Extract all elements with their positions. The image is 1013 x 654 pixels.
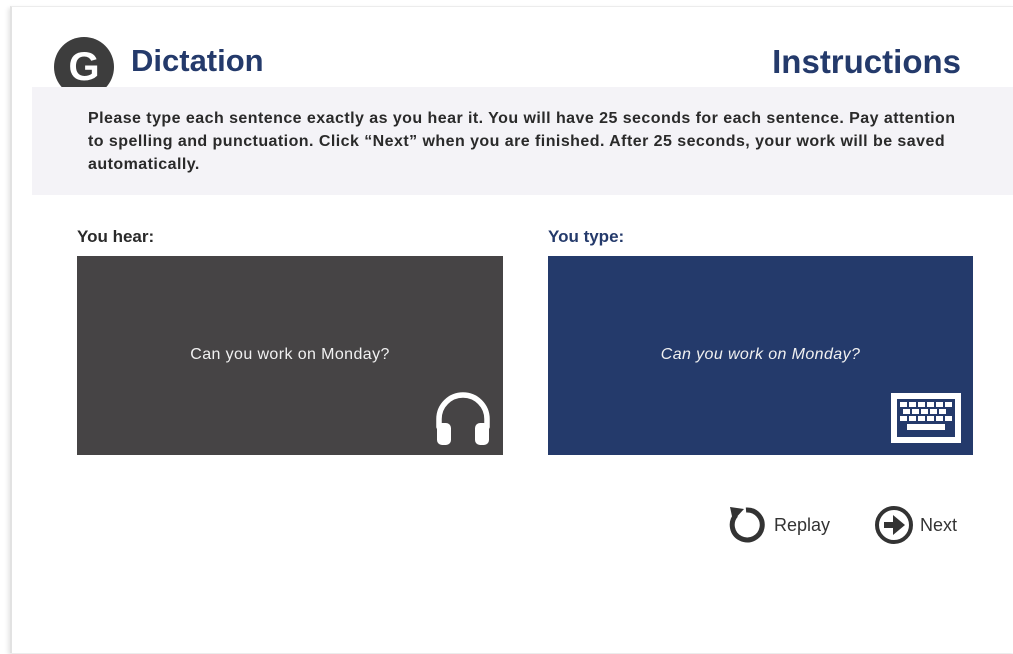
- instructions-heading: Instructions: [772, 43, 961, 80]
- next-label: Next: [920, 514, 958, 535]
- hear-panel: Can you work on Monday?: [77, 256, 503, 455]
- dictation-window: G Dictation Instructions Please type eac…: [10, 6, 1013, 653]
- replay-icon: [729, 507, 765, 543]
- replay-button[interactable]: Replay: [724, 503, 830, 547]
- keyboard-icon: [891, 393, 961, 443]
- instruction-text: Please type each sentence exactly as you…: [88, 110, 956, 173]
- headphones-icon: [436, 392, 490, 445]
- type-panel[interactable]: Can you work on Monday?: [548, 256, 973, 455]
- hear-sentence: Can you work on Monday?: [190, 346, 390, 363]
- arrow-right-circle-icon: [875, 506, 913, 544]
- typed-sentence[interactable]: Can you work on Monday?: [548, 346, 973, 364]
- next-button[interactable]: Next: [874, 503, 957, 547]
- replay-label: Replay: [774, 514, 831, 535]
- you-type-label: You type:: [548, 227, 625, 246]
- header: G Dictation Instructions: [12, 7, 1013, 97]
- page-title: Dictation: [131, 43, 264, 78]
- you-hear-label: You hear:: [77, 227, 155, 246]
- instruction-band: Please type each sentence exactly as you…: [32, 87, 1013, 195]
